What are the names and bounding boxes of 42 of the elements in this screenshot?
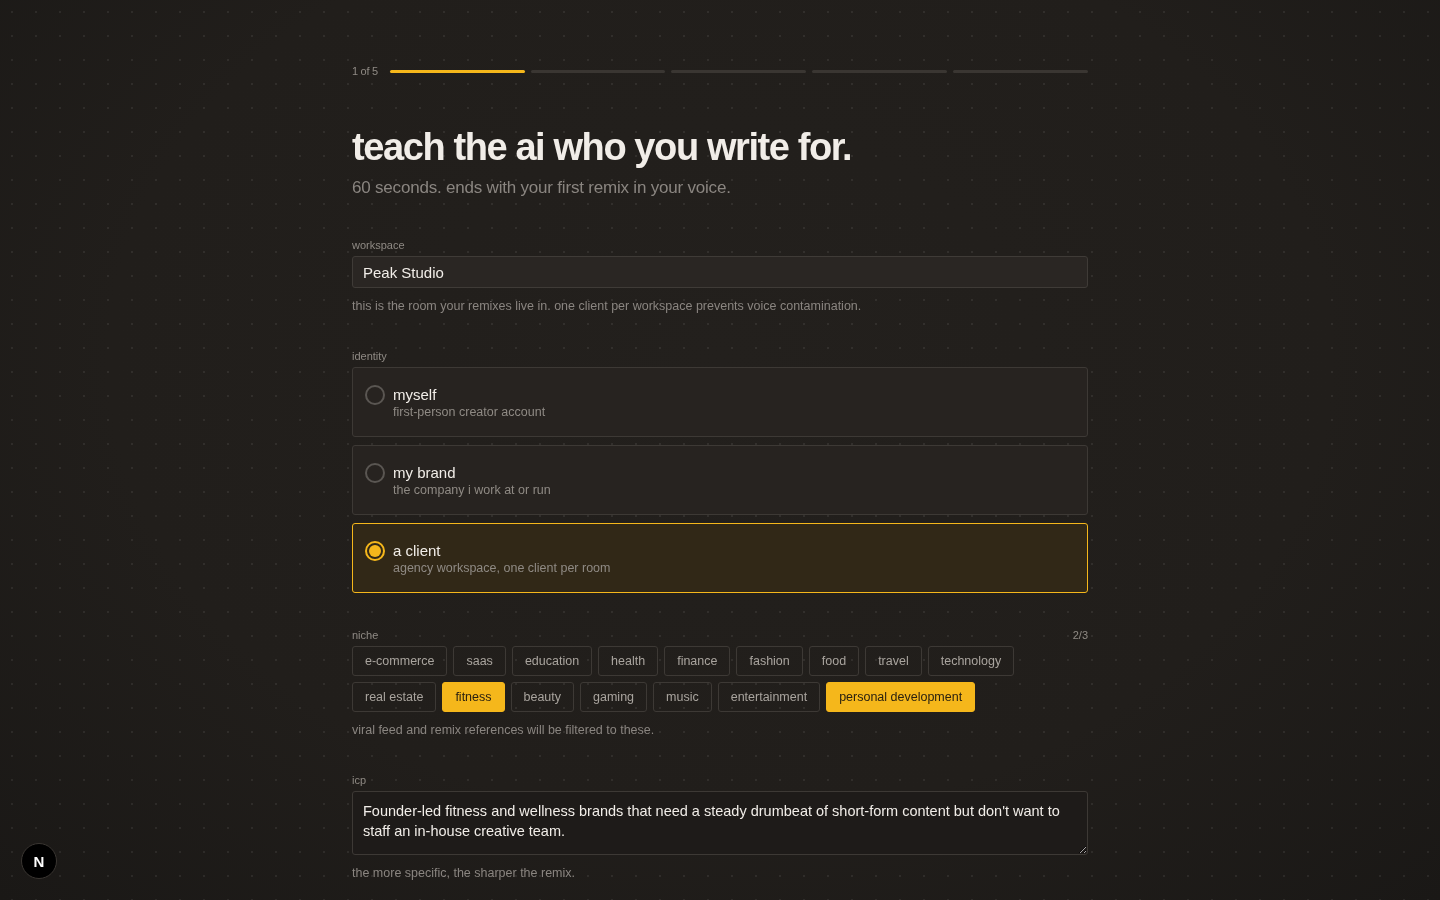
niche-chip[interactable]: finance	[664, 646, 731, 676]
radio-icon[interactable]	[365, 463, 385, 483]
field-label: niche	[352, 629, 379, 642]
dev-tools-button[interactable]: N	[21, 843, 57, 879]
niche-chip[interactable]: fashion	[736, 646, 803, 676]
niche-chip[interactable]: personal development	[826, 682, 976, 712]
workspace-input[interactable]: Peak Studio	[352, 256, 1088, 288]
option-title: my brand	[393, 464, 457, 482]
niche-chip[interactable]: music	[653, 682, 712, 712]
niche-chip[interactable]: real estate	[352, 682, 437, 712]
niche-chip[interactable]: saas	[453, 646, 506, 676]
niche-chip[interactable]: travel	[865, 646, 922, 676]
field-hint: viral feed and remix references will be filtered to these.	[352, 722, 656, 738]
selection-count: 2/3	[1072, 629, 1088, 642]
identity-option[interactable]: myself first-person creator account	[352, 367, 1088, 437]
option-description: the company i work at or run	[393, 482, 551, 498]
option-description: first-person creator account	[393, 404, 546, 420]
niche-chip[interactable]: education	[511, 646, 593, 676]
option-title: a client	[393, 542, 442, 560]
field-label: identity	[352, 350, 388, 363]
page-subheading: 60 seconds. ends with your first remix in your voice.	[352, 177, 732, 199]
field-label: workspace	[352, 239, 406, 252]
page-heading: teach the ai who you write for.	[352, 125, 853, 169]
identity-option[interactable]: my brand the company i work at or run	[352, 445, 1088, 515]
radio-icon[interactable]	[365, 541, 385, 561]
option-title: myself	[393, 386, 438, 404]
radio-icon[interactable]	[365, 385, 385, 405]
field-label: icp	[352, 774, 368, 787]
niche-chip[interactable]: technology	[927, 646, 1015, 676]
niche-chip[interactable]: beauty	[510, 682, 575, 712]
niche-chip[interactable]: food	[808, 646, 860, 676]
niche-chip[interactable]: e-commerce	[352, 646, 448, 676]
option-description: agency workspace, one client per room	[393, 560, 611, 576]
niche-chip[interactable]: entertainment	[717, 682, 821, 712]
icp-textarea[interactable]: Founder-led fitness and wellness brands that need a steady drumbeat of short-form content but don't want to staff an in-house creative team.	[352, 791, 1088, 855]
step-counter: 1 of 5	[352, 65, 378, 77]
identity-option[interactable]: a client agency workspace, one client per room	[352, 523, 1088, 593]
field-hint: this is the room your remixes live in. one client per workspace prevents voice contamination.	[352, 298, 863, 314]
field-hint: the more specific, the sharper the remix.	[352, 865, 576, 881]
niche-chip[interactable]: health	[598, 646, 659, 676]
niche-chip[interactable]: gaming	[580, 682, 648, 712]
niche-chip[interactable]: fitness	[442, 682, 505, 712]
